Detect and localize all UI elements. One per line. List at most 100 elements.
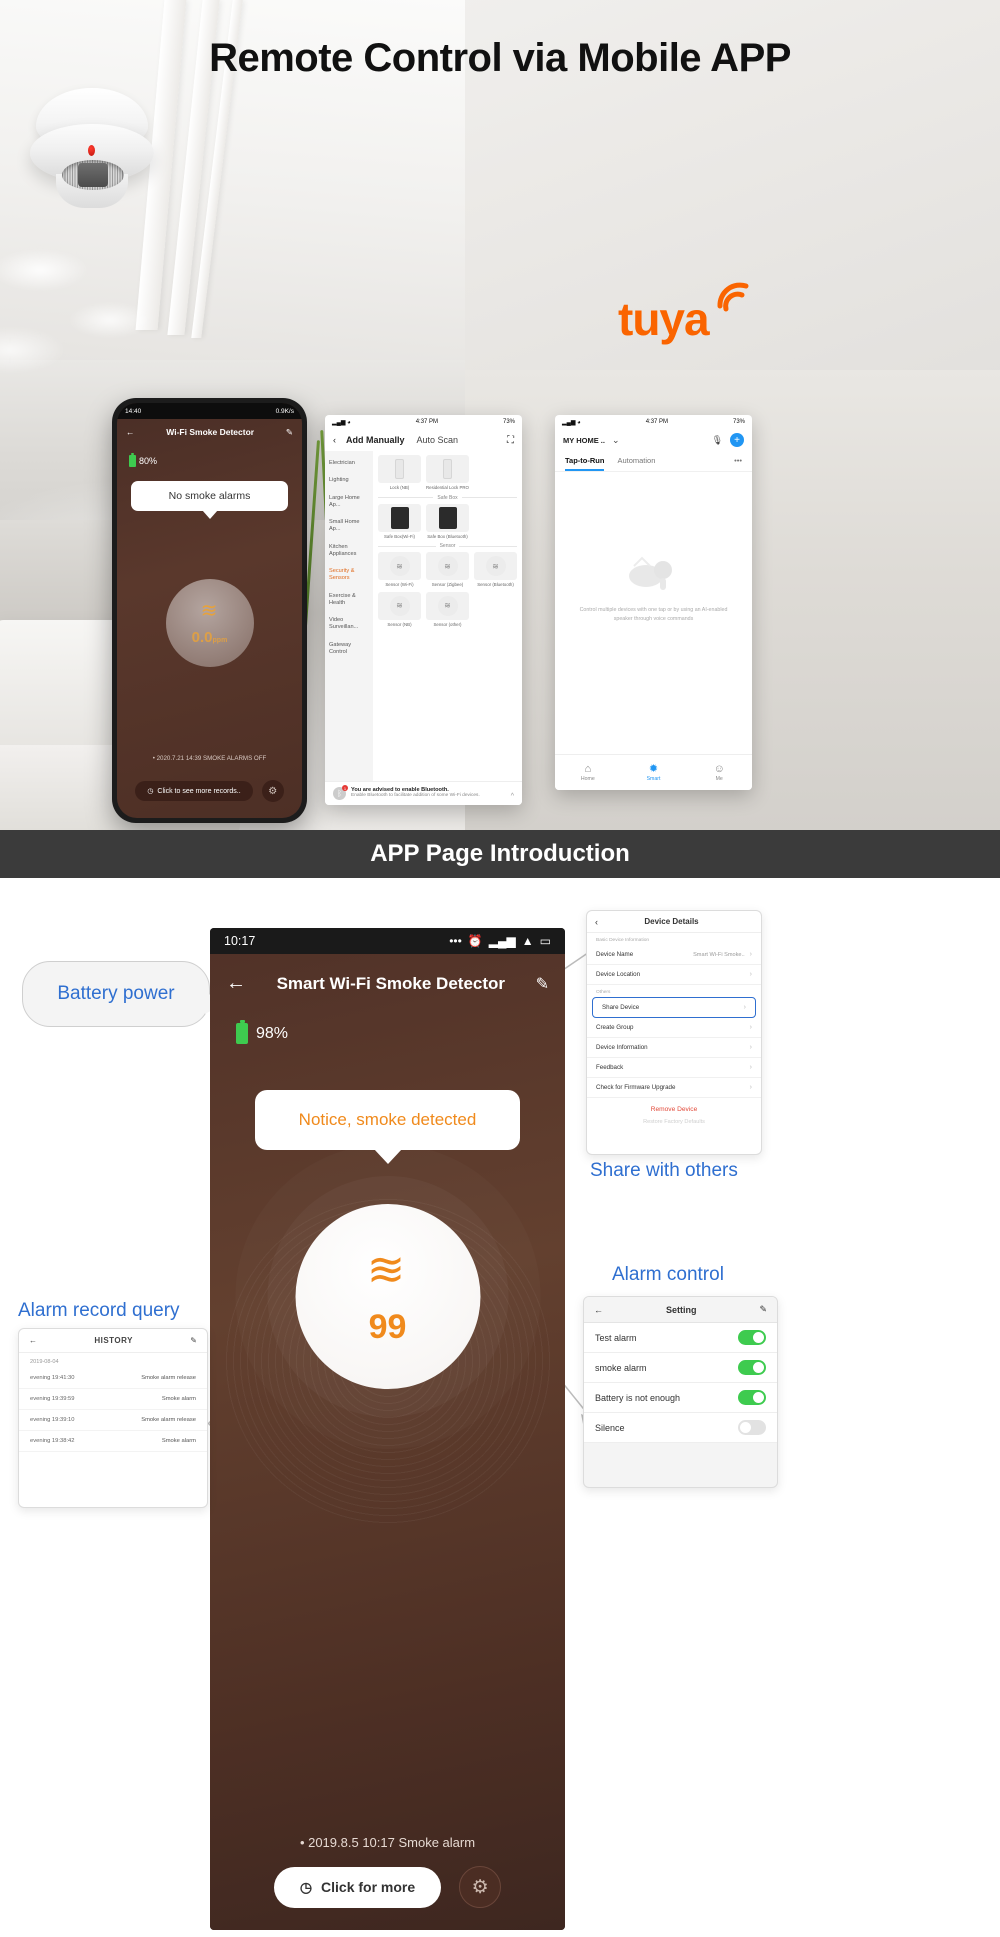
status-time: 4:37 PM [645,419,669,425]
detail-row[interactable]: Create Group › [587,1018,761,1038]
more-label: Click for more [321,1879,416,1895]
callout-alarm-record-query: Alarm record query [18,1300,180,1321]
history-date: 2019-08-04 [30,1359,59,1365]
remove-device-button[interactable]: Remove Device [587,1098,761,1117]
phone-device-detail: 14:40 0.9K/s ← Wi-Fi Smoke Detector ✎ 80… [112,398,307,823]
device-card[interactable]: ≋ Sensor (Zigbee) [426,552,469,588]
bottom-nav[interactable]: ⌂ Home ✹ Smart ☺ Me [555,754,752,790]
tab-automation[interactable]: Automation [617,456,655,471]
device-card[interactable]: ≋ Sensor (Wi-Fi) [378,552,421,588]
toggle-switch[interactable] [738,1390,766,1405]
category-sidebar[interactable]: Electrician Lighting Large Home Ap... Sm… [325,451,373,781]
mic-icon[interactable]: 🎙 [712,435,723,446]
tab-tap-to-run[interactable]: Tap-to-Run [565,456,605,471]
back-arrow-icon[interactable]: ← [594,1305,603,1315]
detail-row[interactable]: Check for Firmware Upgrade › [587,1078,761,1098]
toggle-switch[interactable] [738,1420,766,1435]
sensor-dial[interactable]: ≋ 99 [295,1204,480,1389]
dial-value: 0.0ppm [191,628,228,646]
history-row: evening 19:39:59 Smoke alarm [19,1389,207,1410]
device-card[interactable]: Safe Box (Bluetooth) [426,503,469,540]
chevron-right-icon: › [743,1004,746,1011]
ellipsis-icon[interactable]: ••• [734,456,742,471]
device-grid: Lock (NB) Residential Lock PRO Safe Box … [373,451,522,781]
sidebar-item[interactable]: Gateway Control [325,637,373,662]
toggle-switch[interactable] [738,1330,766,1345]
home-selector[interactable]: MY HOME .. [563,436,605,445]
device-label: Sensor (Bluetooth) [477,582,514,587]
device-card[interactable]: ≋ Sensor (NB) [378,591,421,628]
history-row: evening 19:38:42 Smoke alarm [19,1431,207,1452]
sidebar-item[interactable]: Kitchen Appliances [325,539,373,564]
device-card[interactable]: Lock (NB) [378,455,421,491]
gear-icon[interactable]: ⚙ [261,780,284,802]
more-records-button[interactable]: ◷ Click to see more records.. [135,781,253,801]
callout-alarm-control: Alarm control [612,1264,724,1285]
setting-row-test-alarm[interactable]: Test alarm [584,1323,777,1353]
battery-label: 80% [139,456,158,466]
edit-pencil-icon[interactable]: ✎ [190,1336,197,1345]
click-for-more-button[interactable]: ◷ Click for more [273,1866,442,1908]
last-record: • 2019.8.5 10:17 Smoke alarm [299,1835,476,1850]
device-card[interactable]: Residential Lock PRO [426,455,469,491]
wave-icon: ≋ [437,556,458,576]
detail-row[interactable]: Feedback › [587,1058,761,1078]
setting-row-smoke-alarm[interactable]: smoke alarm [584,1353,777,1383]
callout-share-with-others: Share with others [590,1160,738,1181]
back-arrow-icon[interactable]: ← [226,972,246,995]
panel-title: Setting [665,1304,697,1315]
wave-icon: ≋ [389,595,410,616]
nav-me[interactable]: ☺ Me [686,763,752,782]
edit-pencil-icon[interactable]: ✎ [759,1304,767,1315]
sensor-dial[interactable]: ≋ 0.0ppm [165,579,254,667]
tab-auto-scan[interactable]: Auto Scan [417,435,459,445]
back-chevron-icon[interactable]: ‹ [333,435,336,445]
device-card[interactable]: ≋ Sensor (Bluetooth) [474,552,517,588]
status-time: 4:37 PM [415,419,439,425]
chevron-down-icon[interactable]: ⌄ [612,435,620,446]
bluetooth-notice[interactable]: ᛒ 1 You are advised to enable Bluetooth.… [325,781,522,805]
edit-pencil-icon[interactable]: ✎ [536,974,549,994]
sidebar-item[interactable]: Lighting [325,472,373,489]
setting-row-silence[interactable]: Silence [584,1413,777,1443]
toggle-switch[interactable] [738,1360,766,1375]
smart-icon: ✹ [648,762,659,775]
sidebar-item[interactable]: Exercise & Health [325,588,373,613]
restore-defaults-label[interactable]: Restore Factory Defaults [587,1117,761,1133]
status-time: 10:17 [224,934,256,948]
section-header: Safe Box [378,495,518,501]
device-label: Sensor (NB) [387,621,412,627]
detail-row[interactable]: Device Location › [587,965,761,985]
plus-icon[interactable]: + [730,433,744,447]
history-row: evening 19:41:30 Smoke alarm release [19,1368,207,1389]
status-bar: 14:40 0.9K/s [117,403,302,419]
sidebar-item-security-sensors[interactable]: Security & Sensors [325,563,373,588]
sidebar-item[interactable]: Electrician [325,455,373,472]
gear-icon[interactable]: ⚙ [459,1866,502,1908]
scan-frame-icon[interactable]: ⛶ [507,435,514,446]
detail-row[interactable]: Device Information › [587,1038,761,1058]
header-title: Add Manually [346,435,405,445]
battery-label: 98% [256,1024,289,1042]
device-card[interactable]: ≋ Sensor (other) [426,591,469,628]
edit-pencil-icon[interactable]: ✎ [286,427,293,438]
detail-row-share-device[interactable]: Share Device › [592,997,756,1018]
battery-icon [236,1020,248,1044]
history-panel: ← HISTORY ✎ 2019-08-04 evening 19:41:30 S… [18,1328,208,1508]
signal-icon: ▂▄▆ ◕ [332,419,351,426]
clock-icon: ◷ [147,788,154,795]
sidebar-item[interactable]: Large Home Ap... [325,490,373,515]
device-label: Residential Lock PRO [426,485,469,490]
sidebar-item[interactable]: Video Surveillan... [325,612,373,637]
nav-smart[interactable]: ✹ Smart [621,763,687,782]
signal-icon: ▂▄▆ ◕ [562,419,581,426]
back-arrow-icon[interactable]: ← [29,1336,37,1345]
device-card[interactable]: Safe Box(Wi-Fi) [378,503,421,540]
nav-home[interactable]: ⌂ Home [555,763,621,782]
setting-row-battery[interactable]: Battery is not enough [584,1383,777,1413]
chevron-up-icon[interactable]: ^ [511,793,514,800]
detail-row[interactable]: Device Name Smart Wi-Fi Smoke.. › [587,945,761,965]
sidebar-item[interactable]: Small Home Ap... [325,514,373,539]
alert-bubble: Notice, smoke detected [255,1090,520,1164]
back-arrow-icon[interactable]: ← [126,427,135,437]
